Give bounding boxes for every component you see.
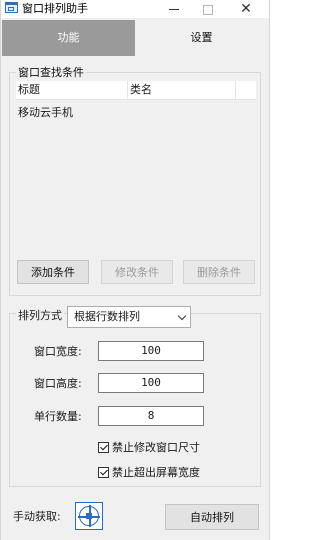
no-overflow-checkbox[interactable]	[98, 467, 109, 478]
list-header: 标题 类名	[16, 81, 256, 100]
maximize-icon	[203, 4, 213, 15]
minimize-icon	[169, 9, 179, 10]
minimize-button[interactable]	[157, 0, 191, 18]
window-height-label: 窗口高度:	[34, 377, 82, 390]
tab-settings[interactable]: 设置	[135, 20, 268, 56]
search-conditions-legend: 窗口查找条件	[16, 66, 86, 79]
per-row-count-label: 单行数量:	[34, 410, 82, 423]
no-overflow-label[interactable]: 禁止超出屏幕宽度	[112, 466, 200, 479]
manual-capture-label: 手动获取:	[13, 510, 61, 523]
add-condition-button[interactable]: 添加条件	[17, 260, 89, 284]
conditions-list[interactable]: 标题 类名 移动云手机	[16, 81, 256, 241]
arrange-mode-select[interactable]: 根据行数排列	[67, 306, 191, 328]
crosshair-target-icon[interactable]	[75, 502, 103, 530]
arrange-settings-group: 排列方式 根据行数排列 窗口宽度: 100 窗口高度: 100 单行数量: 8 …	[9, 306, 261, 487]
maximize-button[interactable]	[191, 0, 225, 18]
window-height-input[interactable]: 100	[98, 373, 204, 393]
arrange-mode-value: 根据行数排列	[74, 310, 140, 323]
app-window: 窗口排列助手 ✕ 功能 设置 窗口查找条件 标题 类名 移动云手机 添加条件 修…	[0, 0, 270, 540]
crosshair-center	[86, 513, 92, 519]
no-resize-label[interactable]: 禁止修改窗口尺寸	[112, 441, 200, 454]
window-title: 窗口排列助手	[22, 2, 88, 15]
per-row-count-input[interactable]: 8	[98, 406, 204, 426]
modify-condition-button[interactable]: 修改条件	[101, 260, 173, 284]
title-bar: 窗口排列助手 ✕	[1, 0, 269, 18]
auto-arrange-button[interactable]: 自动排列	[165, 504, 259, 530]
arrange-mode-label: 排列方式	[16, 309, 64, 322]
delete-condition-button[interactable]: 删除条件	[183, 260, 255, 284]
no-resize-checkbox[interactable]	[98, 442, 109, 453]
column-header-title[interactable]: 标题	[16, 81, 128, 100]
search-conditions-group: 窗口查找条件 标题 类名 移动云手机 添加条件 修改条件 删除条件	[9, 66, 261, 296]
tab-function[interactable]: 功能	[2, 20, 135, 56]
chevron-down-icon	[177, 311, 187, 321]
column-header-filler	[236, 81, 256, 100]
list-item-title: 移动云手机	[18, 106, 73, 119]
window-width-label: 窗口宽度:	[34, 345, 82, 358]
window-width-input[interactable]: 100	[98, 341, 204, 361]
list-item[interactable]: 移动云手机	[18, 105, 248, 121]
app-window-icon	[5, 2, 18, 13]
column-header-class[interactable]: 类名	[128, 81, 236, 100]
close-button[interactable]: ✕	[229, 0, 263, 18]
